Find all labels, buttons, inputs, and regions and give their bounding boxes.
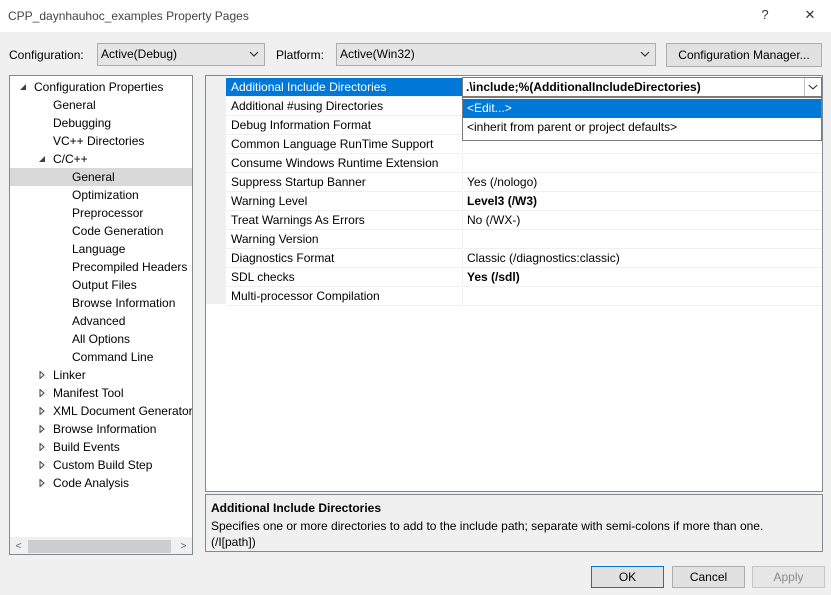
tree-item-browse-information[interactable]: Browse Information [10, 294, 192, 312]
chevron-down-icon[interactable] [804, 78, 821, 96]
property-name: Debug Information Format [226, 116, 463, 135]
configuration-manager-button[interactable]: Configuration Manager... [666, 43, 822, 67]
property-value[interactable]: Yes (/sdl) [464, 268, 822, 287]
grid-row[interactable]: Diagnostics Format Classic (/diagnostics… [226, 249, 822, 268]
tree-item-vc-directories[interactable]: VC++ Directories [10, 132, 192, 150]
platform-select[interactable]: Active(Win32) [336, 43, 656, 66]
tree-item-code-analysis[interactable]: Code Analysis [10, 474, 192, 492]
editor-dropdown-list[interactable]: <Edit...> <inherit from parent or projec… [462, 97, 822, 141]
property-name: Additional Include Directories [226, 78, 463, 97]
tree-item-language[interactable]: Language [10, 240, 192, 258]
property-value[interactable]: Classic (/diagnostics:classic) [464, 249, 822, 268]
property-name: Warning Version [226, 230, 463, 249]
collapsed-arrow-icon [39, 407, 45, 415]
tree-horizontal-scrollbar[interactable]: < > [10, 537, 192, 554]
property-name: Warning Level [226, 192, 463, 211]
grid-row[interactable]: Warning Level Level3 (/W3) [226, 192, 822, 211]
description-panel: Additional Include Directories Specifies… [205, 494, 823, 552]
close-button[interactable]: ✕ [795, 4, 825, 26]
collapsed-arrow-icon [39, 389, 45, 397]
property-name: Diagnostics Format [226, 249, 463, 268]
configuration-value: Active(Debug) [101, 47, 178, 61]
tree-item-cpp[interactable]: C/C++ [10, 150, 192, 168]
property-name: SDL checks [226, 268, 463, 287]
tree-item-configuration-properties[interactable]: Configuration Properties [10, 78, 192, 96]
tree-item-cpp-general[interactable]: General [10, 168, 192, 186]
scroll-left-button[interactable]: < [10, 538, 27, 554]
grid-row[interactable]: Consume Windows Runtime Extension [226, 154, 822, 173]
tree-item-preprocessor[interactable]: Preprocessor [10, 204, 192, 222]
dropdown-item-inherit[interactable]: <inherit from parent or project defaults… [463, 118, 821, 137]
expanded-arrow-icon [20, 84, 26, 90]
tree-item-build-events[interactable]: Build Events [10, 438, 192, 456]
tree-item-linker[interactable]: Linker [10, 366, 192, 384]
configuration-select[interactable]: Active(Debug) [97, 43, 265, 66]
collapsed-arrow-icon [39, 371, 45, 379]
expanded-arrow-icon [39, 156, 45, 162]
window-title: CPP_daynhauhoc_examples Property Pages [8, 9, 249, 23]
property-value[interactable]: No (/WX-) [464, 211, 822, 230]
property-name: Additional #using Directories [226, 97, 463, 116]
grid-gutter [206, 76, 226, 304]
property-name: Common Language RunTime Support [226, 135, 463, 154]
property-value[interactable] [464, 154, 822, 173]
collapsed-arrow-icon [39, 479, 45, 487]
tree-item-advanced[interactable]: Advanced [10, 312, 192, 330]
collapsed-arrow-icon [39, 425, 45, 433]
description-title: Additional Include Directories [211, 501, 382, 515]
configuration-label: Configuration: [9, 48, 84, 62]
tree-item-xml-document-generator[interactable]: XML Document Generator [10, 402, 192, 420]
property-tree[interactable]: Configuration Properties General Debuggi… [9, 75, 193, 555]
chevron-down-icon [249, 51, 259, 57]
dropdown-item-edit[interactable]: <Edit...> [463, 99, 821, 118]
grid-row[interactable]: Suppress Startup Banner Yes (/nologo) [226, 173, 822, 192]
tree-item-manifest-tool[interactable]: Manifest Tool [10, 384, 192, 402]
description-text: Specifies one or more directories to add… [211, 519, 764, 549]
property-value[interactable] [464, 287, 822, 306]
tree-item-precompiled-headers[interactable]: Precompiled Headers [10, 258, 192, 276]
tree-item-command-line[interactable]: Command Line [10, 348, 192, 366]
tree-item-output-files[interactable]: Output Files [10, 276, 192, 294]
title-bar: CPP_daynhauhoc_examples Property Pages ?… [0, 0, 831, 32]
property-value[interactable]: Level3 (/W3) [464, 192, 822, 211]
property-name: Multi-processor Compilation [226, 287, 463, 306]
tree-item-code-generation[interactable]: Code Generation [10, 222, 192, 240]
property-value[interactable]: Yes (/nologo) [464, 173, 822, 192]
ok-button[interactable]: OK [591, 566, 664, 588]
platform-label: Platform: [276, 48, 325, 62]
grid-row[interactable]: Multi-processor Compilation [226, 287, 822, 306]
property-name: Suppress Startup Banner [226, 173, 463, 192]
tree-item-all-options[interactable]: All Options [10, 330, 192, 348]
cancel-button[interactable]: Cancel [672, 566, 745, 588]
grid-row[interactable]: Treat Warnings As Errors No (/WX-) [226, 211, 822, 230]
collapsed-arrow-icon [39, 461, 45, 469]
collapsed-arrow-icon [39, 443, 45, 451]
tree-item-custom-build-step[interactable]: Custom Build Step [10, 456, 192, 474]
grid-row[interactable]: SDL checks Yes (/sdl) [226, 268, 822, 287]
scroll-right-button[interactable]: > [175, 538, 192, 554]
tree-item-browse-information-root[interactable]: Browse Information [10, 420, 192, 438]
tree-item-general[interactable]: General [10, 96, 192, 114]
platform-value: Active(Win32) [340, 47, 415, 61]
include-directories-editor[interactable]: .\include;%(AdditionalIncludeDirectories… [462, 77, 822, 97]
help-button[interactable]: ? [750, 4, 780, 26]
tree-item-optimization[interactable]: Optimization [10, 186, 192, 204]
grid-row[interactable]: Warning Version [226, 230, 822, 249]
chevron-down-icon [640, 51, 650, 57]
scroll-thumb[interactable] [28, 540, 171, 553]
property-name: Consume Windows Runtime Extension [226, 154, 463, 173]
editor-value: .\include;%(AdditionalIncludeDirectories… [466, 80, 701, 94]
property-value[interactable] [464, 230, 822, 249]
tree-item-debugging[interactable]: Debugging [10, 114, 192, 132]
apply-button[interactable]: Apply [752, 566, 825, 588]
property-name: Treat Warnings As Errors [226, 211, 463, 230]
